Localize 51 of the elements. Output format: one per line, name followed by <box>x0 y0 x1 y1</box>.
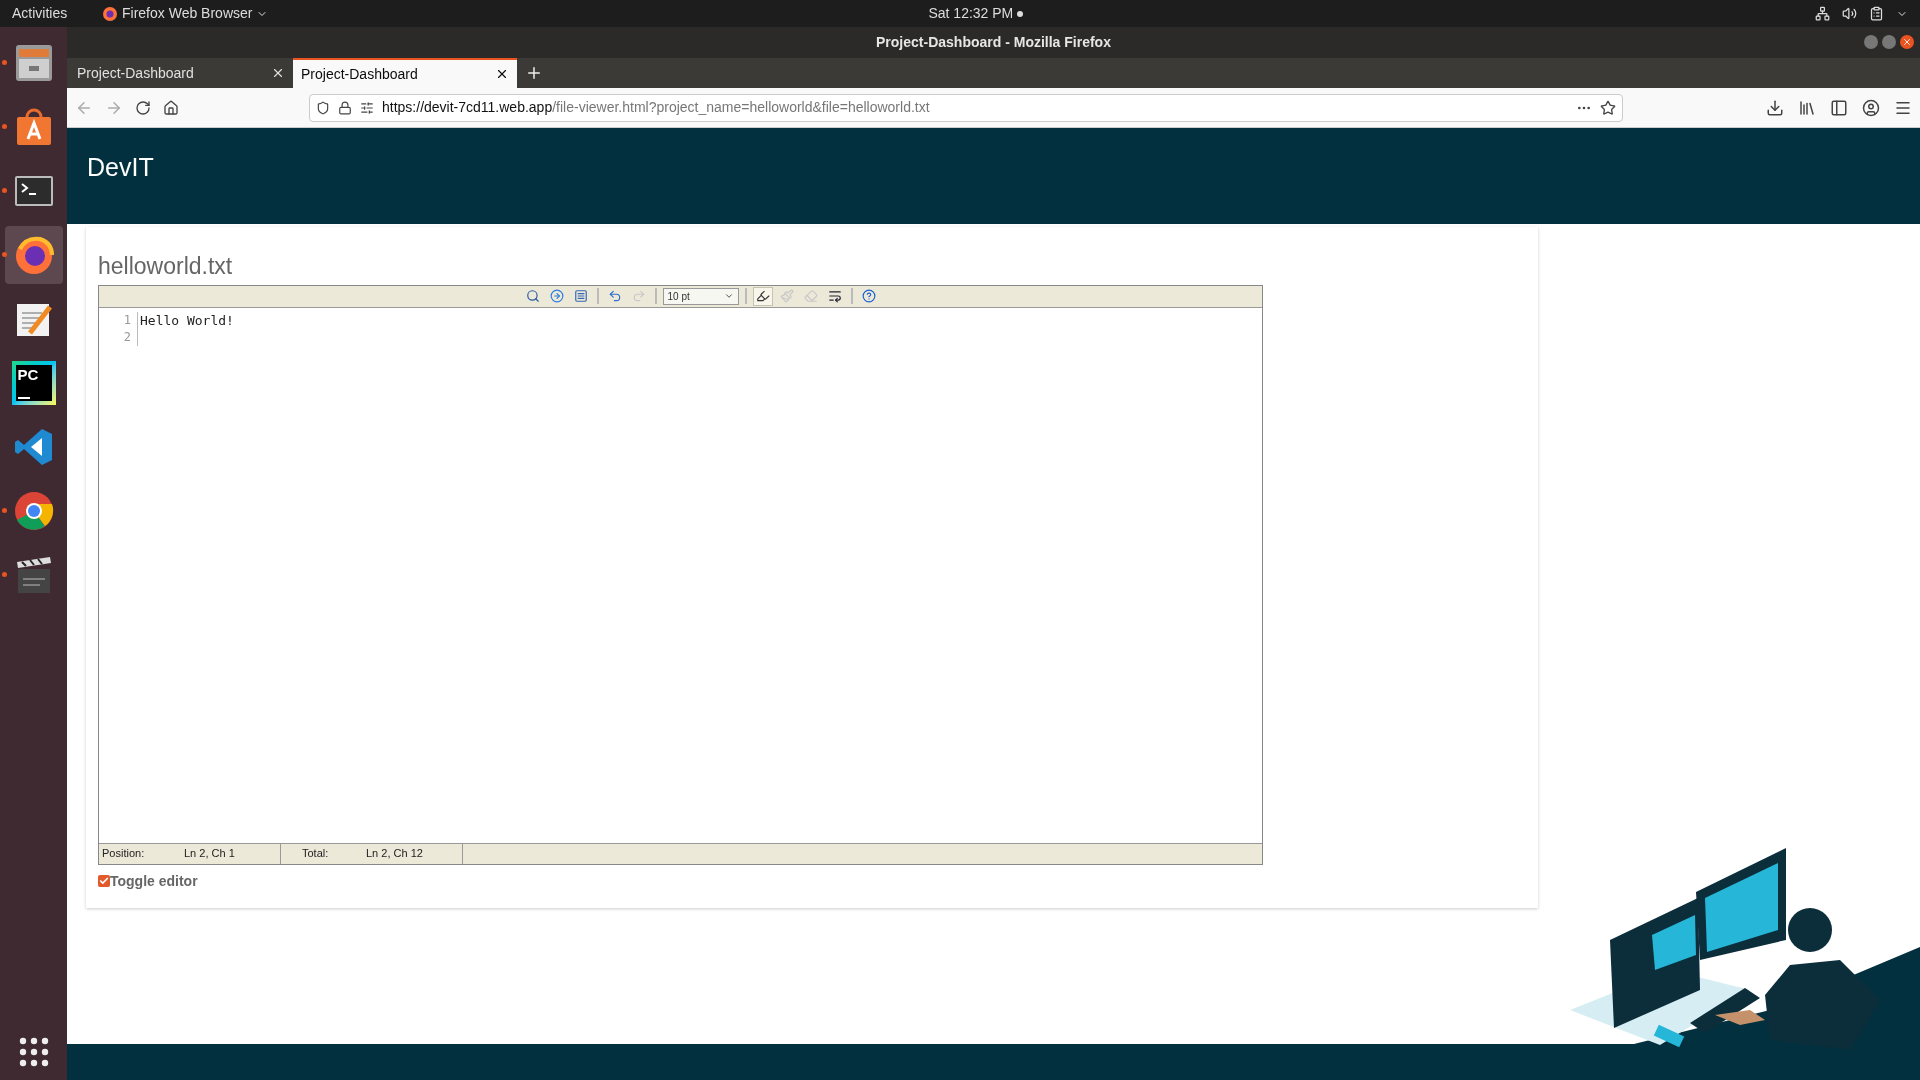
clock[interactable]: Sat 12:32 PM <box>928 3 1024 24</box>
undo-icon <box>607 289 622 303</box>
library-icon[interactable] <box>1798 98 1816 117</box>
close-tab-icon[interactable] <box>495 67 509 81</box>
arrow-circle-icon <box>549 289 564 303</box>
shield-icon <box>316 100 330 115</box>
browser-tab[interactable]: Project-Dashboard <box>69 58 293 88</box>
close-tab-icon[interactable] <box>271 66 285 80</box>
file-title: helloworld.txt <box>98 252 234 281</box>
brush-icon <box>779 289 794 303</box>
window-title: Project-Dashboard - Mozilla Firefox <box>876 33 1111 52</box>
network-icon[interactable] <box>1815 6 1830 21</box>
line-number: 2 <box>122 328 132 346</box>
account-icon[interactable] <box>1862 98 1880 117</box>
sidebar-icon[interactable] <box>1830 98 1848 117</box>
redo-icon <box>631 289 646 303</box>
eraser-icon <box>803 289 818 303</box>
status-label: Total: <box>301 846 330 862</box>
caret-icon <box>723 291 734 301</box>
status-label: Position: <box>102 846 146 862</box>
download-icon[interactable] <box>1766 98 1784 117</box>
minimize-button[interactable] <box>1864 35 1878 49</box>
brand-logo[interactable]: DevIT <box>87 149 154 187</box>
activities-button[interactable]: Activities <box>12 3 102 24</box>
close-icon <box>1902 37 1912 47</box>
url-text: https://devit-7cd11.web.app/file-viewer.html?project_name=helloworld&file=helloworld.txt <box>382 98 931 117</box>
browser-icon <box>102 5 118 22</box>
highlighter-icon <box>755 289 770 303</box>
permissions-icon <box>360 100 374 115</box>
status-value: Ln 2, Ch 12 <box>366 846 423 862</box>
status-value: Ln 2, Ch 1 <box>184 846 235 862</box>
lock-icon <box>338 100 352 115</box>
bookmark-star-icon[interactable] <box>1600 99 1616 116</box>
checkbox[interactable] <box>98 875 110 887</box>
app-menu[interactable]: Firefox Web Browser <box>102 3 269 24</box>
pycharm-icon[interactable]: PC <box>11 361 56 405</box>
browser-tab[interactable]: Project-Dashboard <box>293 58 517 88</box>
app-grid-icon[interactable] <box>17 1036 50 1068</box>
code-line: Hello World! <box>140 312 234 328</box>
highlighter-button[interactable] <box>752 286 773 306</box>
help-icon <box>861 289 876 303</box>
reload-icon[interactable] <box>135 99 151 116</box>
font-size-select[interactable]: 10 pt <box>662 287 739 305</box>
toggle-editor-checkbox[interactable]: Toggle editor <box>98 870 198 892</box>
new-tab-icon[interactable] <box>525 64 543 82</box>
volume-icon[interactable] <box>1842 6 1857 21</box>
home-icon[interactable] <box>163 99 179 116</box>
close-button[interactable] <box>1900 35 1914 49</box>
window-icon <box>573 289 588 303</box>
address-bar[interactable]: https://devit-7cd11.web.app/file-viewer.html?project_name=helloworld&file=helloworld.txt <box>309 93 1623 122</box>
line-number: 1 <box>122 311 132 329</box>
